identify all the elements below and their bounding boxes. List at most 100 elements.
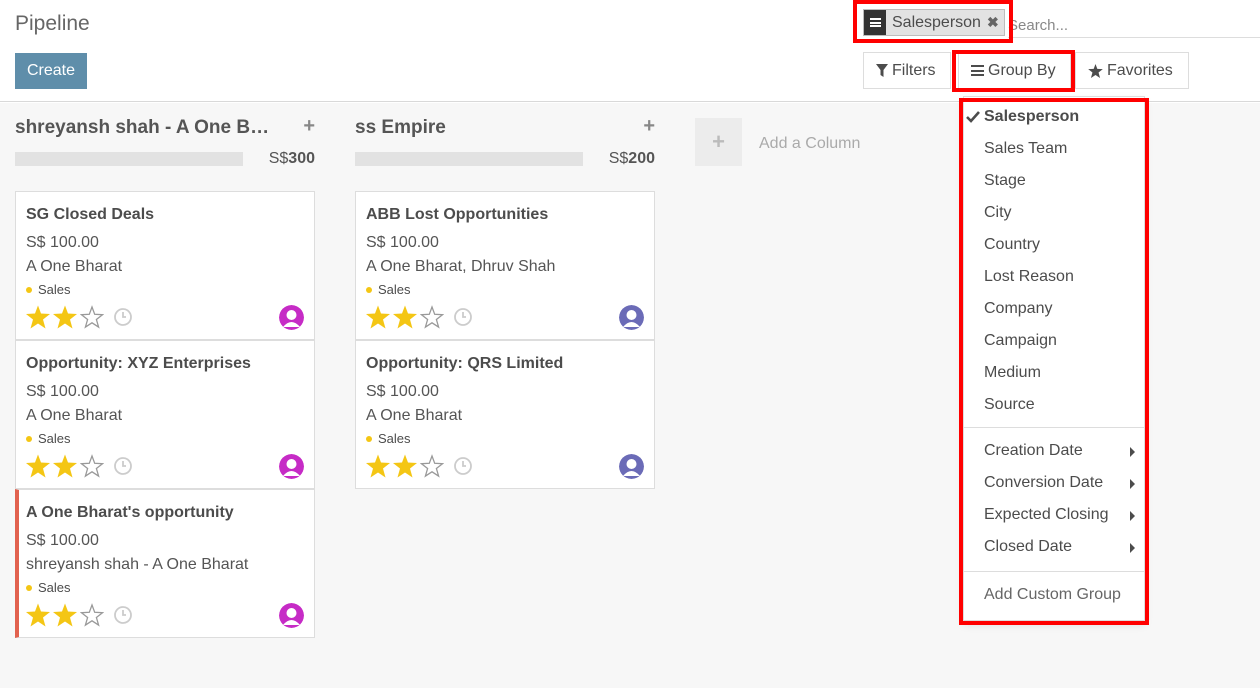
control-panel: Pipeline Create Salesperson ✖ Filters Gr… <box>0 0 1260 102</box>
filters-button[interactable]: Filters <box>863 52 951 89</box>
card-title: A One Bharat's opportunity <box>26 504 234 521</box>
group-by-option[interactable]: Source <box>984 396 1035 414</box>
card-title: Opportunity: QRS Limited <box>366 355 564 372</box>
bars-icon <box>971 65 984 76</box>
priority-stars <box>366 454 473 478</box>
page-title: Pipeline <box>15 12 90 35</box>
tag-dot <box>26 286 32 293</box>
priority-stars <box>26 454 133 478</box>
star-filled-icon[interactable] <box>366 454 390 478</box>
avatar[interactable] <box>619 305 644 330</box>
group-by-option[interactable]: Lost Reason <box>984 268 1074 286</box>
card-title: SG Closed Deals <box>26 206 155 223</box>
tag-dot <box>26 435 32 442</box>
clock-icon[interactable] <box>113 307 133 327</box>
star-filled-icon[interactable] <box>53 454 77 478</box>
caret-right-icon <box>1130 543 1135 553</box>
group-by-icon <box>864 10 886 35</box>
card-amount: S$ 100.00 <box>366 383 439 400</box>
menu-divider <box>964 571 1144 572</box>
card-title: Opportunity: XYZ Enterprises <box>26 355 251 372</box>
tag-dot <box>26 584 32 591</box>
star-empty-icon[interactable] <box>80 603 104 627</box>
group-by-date-option[interactable]: Creation Date <box>984 442 1083 460</box>
caret-right-icon <box>1130 447 1135 457</box>
add-column-label[interactable]: Add a Column <box>759 135 860 153</box>
favorites-label: Favorites <box>1107 61 1173 79</box>
group-by-option[interactable]: Sales Team <box>984 140 1067 158</box>
star-filled-icon[interactable] <box>53 305 77 329</box>
group-by-option[interactable]: Company <box>984 300 1052 318</box>
clock-icon[interactable] <box>453 307 473 327</box>
group-by-option[interactable]: Country <box>984 236 1040 254</box>
card-partner: shreyansh shah - A One Bharat <box>26 556 249 573</box>
group-by-option[interactable]: Campaign <box>984 332 1057 350</box>
kanban-card[interactable]: ABB Lost Opportunities S$ 100.00 A One Bha… <box>355 191 655 340</box>
group-by-option[interactable]: Stage <box>984 172 1026 190</box>
favorites-button[interactable]: Favorites <box>1075 52 1189 89</box>
search-input[interactable] <box>1008 14 1260 38</box>
close-icon[interactable]: ✖ <box>987 10 1004 35</box>
column-progress-bar[interactable] <box>355 152 583 166</box>
add-column-button[interactable]: + <box>695 118 742 166</box>
group-by-date-option[interactable]: Closed Date <box>984 538 1072 556</box>
star-filled-icon[interactable] <box>393 454 417 478</box>
kanban-card[interactable]: A One Bharat's opportunity S$ 100.00 shrey… <box>15 489 315 638</box>
facet-label: Salesperson <box>892 13 981 31</box>
plus-icon[interactable]: + <box>643 115 655 138</box>
star-empty-icon[interactable] <box>80 305 104 329</box>
add-custom-group[interactable]: Add Custom Group <box>984 586 1121 604</box>
card-amount: S$ 100.00 <box>366 234 439 251</box>
column-progress-bar[interactable] <box>15 152 243 166</box>
plus-icon[interactable]: + <box>303 115 315 138</box>
group-by-label: Group By <box>988 61 1056 79</box>
kanban-card[interactable]: SG Closed Deals S$ 100.00 A One Bharat Sale… <box>15 191 315 340</box>
clock-icon[interactable] <box>453 456 473 476</box>
plus-icon: + <box>712 129 725 154</box>
kanban-card[interactable]: Opportunity: XYZ Enterprises S$ 100.00 A O… <box>15 340 315 489</box>
star-filled-icon[interactable] <box>26 603 50 627</box>
column-title[interactable]: ss Empire <box>355 117 446 139</box>
create-button[interactable]: Create <box>15 53 87 89</box>
group-by-option[interactable]: Salesperson <box>984 108 1079 126</box>
kanban-card[interactable]: Opportunity: QRS Limited S$ 100.00 A One B… <box>355 340 655 489</box>
star-empty-icon[interactable] <box>420 454 444 478</box>
star-filled-icon[interactable] <box>26 454 50 478</box>
star-empty-icon[interactable] <box>420 305 444 329</box>
group-by-option[interactable]: Medium <box>984 364 1041 382</box>
star-filled-icon[interactable] <box>393 305 417 329</box>
card-title: ABB Lost Opportunities <box>366 206 549 223</box>
priority-stars <box>26 305 133 329</box>
star-icon <box>1088 63 1103 78</box>
priority-stars <box>366 305 473 329</box>
group-by-option[interactable]: City <box>984 204 1012 222</box>
caret-right-icon <box>1130 511 1135 521</box>
column-title[interactable]: shreyansh shah - A One Bh… <box>15 117 275 139</box>
avatar[interactable] <box>279 305 304 330</box>
search-facet-salesperson[interactable]: Salesperson ✖ <box>863 9 1005 36</box>
clock-icon[interactable] <box>113 605 133 625</box>
caret-right-icon <box>1130 479 1135 489</box>
star-filled-icon[interactable] <box>53 603 77 627</box>
card-amount: S$ 100.00 <box>26 532 99 549</box>
star-filled-icon[interactable] <box>366 305 390 329</box>
avatar[interactable] <box>279 603 304 628</box>
group-by-button[interactable]: Group By <box>958 52 1071 89</box>
group-by-date-option[interactable]: Expected Closing <box>984 506 1109 524</box>
column-total: S$300 <box>268 150 315 167</box>
card-tag: Sales <box>26 431 71 446</box>
card-partner: A One Bharat <box>26 258 123 275</box>
column-header: shreyansh shah - A One Bh… + <box>15 115 315 141</box>
priority-stars <box>26 603 133 627</box>
avatar[interactable] <box>279 454 304 479</box>
clock-icon[interactable] <box>113 456 133 476</box>
group-by-date-option[interactable]: Conversion Date <box>984 474 1103 492</box>
tag-dot <box>366 435 372 442</box>
filter-icon <box>876 64 888 77</box>
column-header: ss Empire + <box>355 115 655 141</box>
card-amount: S$ 100.00 <box>26 383 99 400</box>
filters-label: Filters <box>892 61 936 79</box>
star-empty-icon[interactable] <box>80 454 104 478</box>
star-filled-icon[interactable] <box>26 305 50 329</box>
avatar[interactable] <box>619 454 644 479</box>
